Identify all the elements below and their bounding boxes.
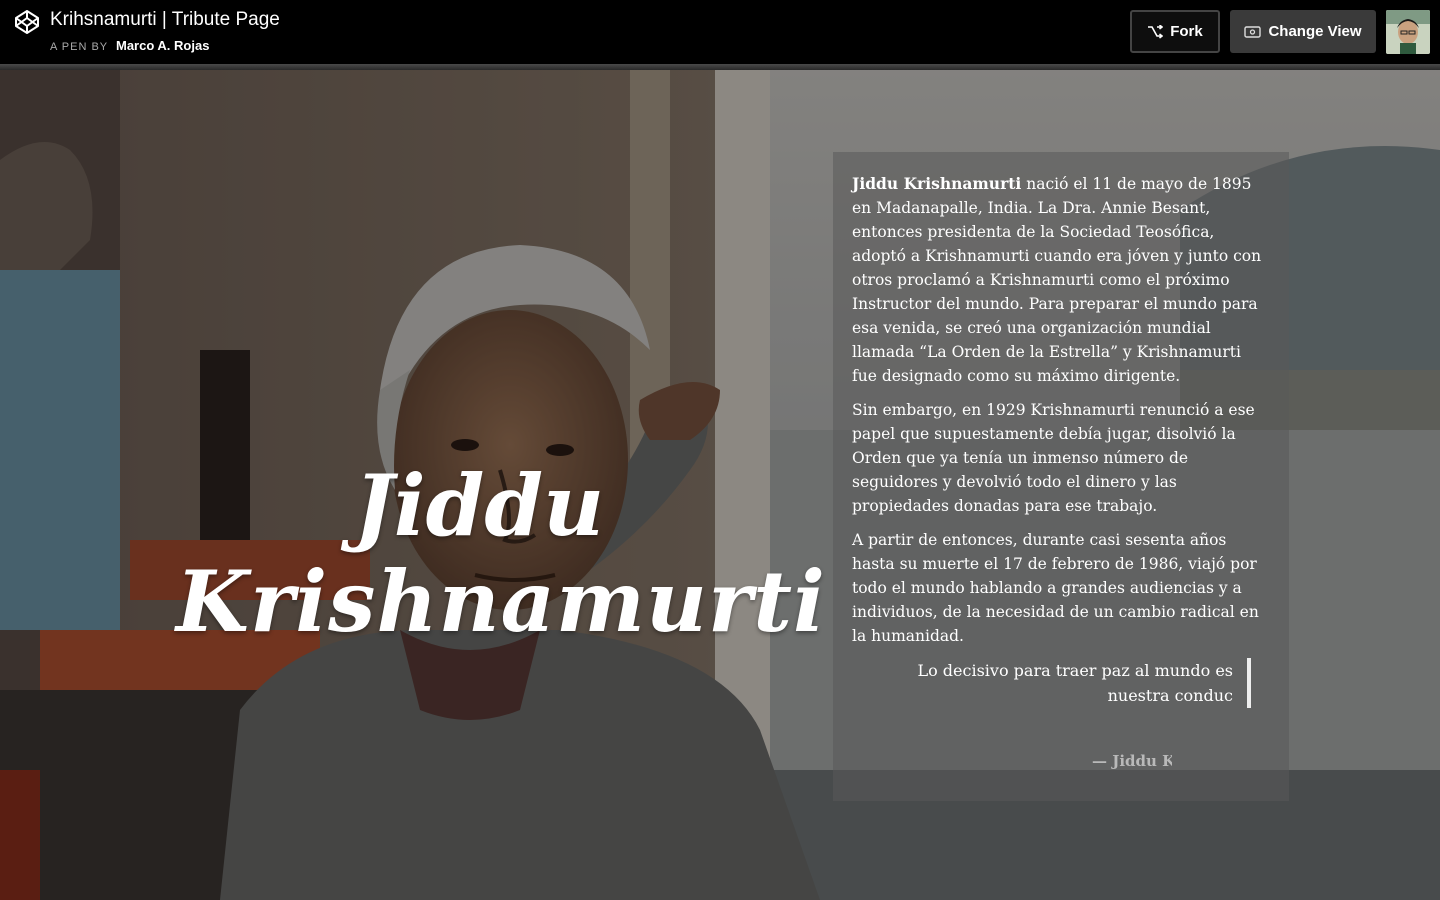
codepen-header: Krihsnamurti | Tribute Page A PEN BY Mar… [0,0,1440,64]
hero-name-first: Jiddu [354,456,605,555]
pen-byline: A PEN BY Marco A. Rojas [50,38,209,53]
bio-paragraph-1: Jiddu Krishnamurti nació el 11 de mayo d… [852,172,1269,388]
user-avatar[interactable] [1386,10,1430,54]
bio-name-bold: Jiddu Krishnamurti [852,174,1022,193]
change-view-label: Change View [1268,23,1362,40]
hero-name-last: Krishnamurti [176,552,826,651]
author-link[interactable]: Marco A. Rojas [116,38,209,53]
change-view-icon [1244,25,1262,38]
biography-card: Jiddu Krishnamurti nació el 11 de mayo d… [833,152,1289,801]
change-view-button[interactable]: Change View [1230,10,1376,53]
hero-name-title: Jiddu Krishnamurti [176,456,826,651]
pen-by-label: A PEN BY [50,41,108,53]
bio-paragraph-2: Sin embargo, en 1929 Krishnamurti renunc… [852,401,1255,515]
bio-paragraph-1-text: nació el 11 de mayo de 1895 en Madanapal… [852,175,1262,385]
quote-author: — Jiddu K [1092,752,1172,770]
fork-icon [1148,24,1164,39]
fork-button[interactable]: Fork [1130,10,1220,53]
codepen-logo-icon[interactable] [14,9,40,35]
bio-paragraph-3: A partir de entonces, durante casi sesen… [852,531,1259,645]
fork-label: Fork [1170,23,1203,40]
blockquote: Lo decisivo para traer paz al mundo es n… [860,658,1251,708]
pen-title: Krihsnamurti | Tribute Page [50,9,280,30]
tribute-hero: Jiddu Krishnamurti Jiddu Krishnamurti na… [0,70,1440,900]
header-divider [0,64,1440,70]
avatar-portrait-icon [1386,10,1430,54]
